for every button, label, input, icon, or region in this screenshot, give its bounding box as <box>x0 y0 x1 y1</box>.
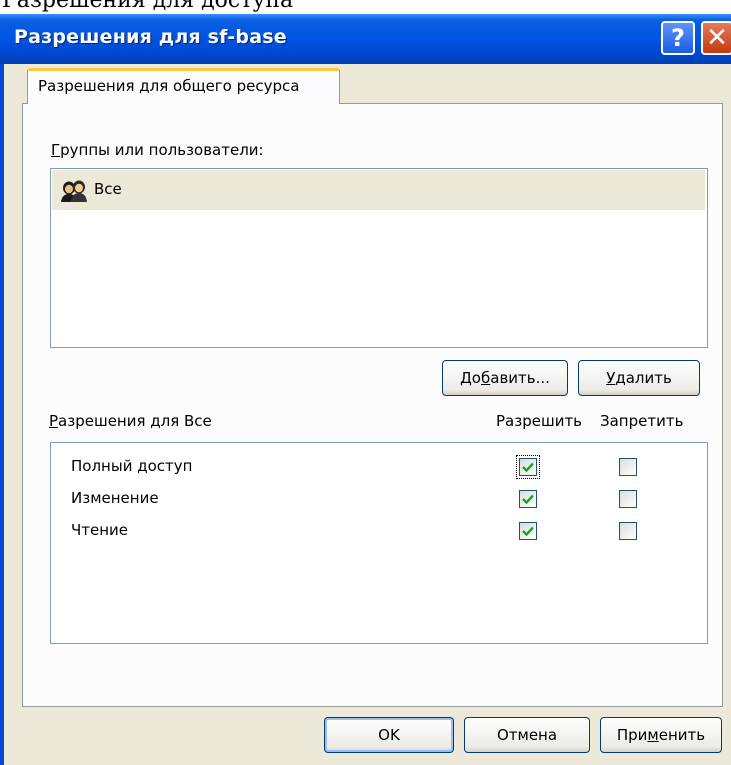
allow-read-checkbox[interactable] <box>519 522 537 540</box>
deny-full-access-checkbox[interactable] <box>619 458 637 476</box>
permissions-listbox: Полный доступ Изменение Чтение <box>50 442 708 644</box>
check-icon <box>522 494 534 505</box>
list-item[interactable]: Все <box>52 170 705 210</box>
allow-full-access-checkbox[interactable] <box>516 455 540 479</box>
allow-change-checkbox[interactable] <box>519 490 537 508</box>
permissions-label-accel: Р <box>49 412 59 430</box>
permission-name: Чтение <box>71 521 129 539</box>
add-button[interactable]: Добавить... <box>442 360 568 396</box>
window-title: Разрешения для sf-base <box>14 26 287 48</box>
users-group-icon <box>61 180 87 202</box>
remove-button-text-2: далить <box>615 369 672 387</box>
help-button[interactable]: ? <box>661 21 695 55</box>
apply-button-text-1: При <box>616 726 648 744</box>
check-icon <box>522 462 534 473</box>
permission-name: Полный доступ <box>71 457 193 475</box>
close-button[interactable]: ✕ <box>701 21 731 55</box>
tab-label: Разрешения для общего ресурса <box>38 77 300 95</box>
allow-column-header: Разрешить <box>496 412 583 430</box>
background-text-label: Разрешения для доступа <box>2 0 294 13</box>
deny-read-checkbox[interactable] <box>619 522 637 540</box>
window-border <box>0 64 4 765</box>
add-button-text-1: До <box>460 369 481 387</box>
add-button-text-2: авить... <box>490 369 550 387</box>
add-button-accel: б <box>480 369 491 387</box>
permissions-dialog: Разрешения для sf-base ? ✕ Разрешения дл… <box>0 14 731 765</box>
deny-change-checkbox[interactable] <box>619 490 637 508</box>
check-icon <box>522 526 534 537</box>
tab-share-permissions[interactable]: Разрешения для общего ресурса <box>27 68 340 104</box>
users-listbox[interactable]: Все <box>50 168 708 348</box>
permissions-label-text: азрешения для Все <box>58 412 212 430</box>
groups-label-accel: Г <box>51 141 61 159</box>
help-icon: ? <box>671 24 685 52</box>
apply-button-text-2: енить <box>658 726 706 744</box>
deny-column-header: Запретить <box>600 412 684 430</box>
close-icon: ✕ <box>706 23 728 53</box>
ok-button[interactable]: OK <box>324 717 454 753</box>
remove-button[interactable]: Удалить <box>578 360 700 396</box>
permission-name: Изменение <box>71 489 159 507</box>
groups-label-text: руппы или пользователи: <box>60 141 264 159</box>
remove-button-accel: У <box>606 369 616 387</box>
title-bar[interactable]: Разрешения для sf-base ? ✕ <box>0 14 731 64</box>
groups-label: Группы или пользователи: <box>51 141 264 159</box>
apply-button-accel: м <box>647 726 659 744</box>
permissions-label: Разрешения для Все <box>49 412 212 430</box>
cancel-button[interactable]: Отмена <box>464 717 590 753</box>
apply-button[interactable]: Применить <box>600 717 722 753</box>
user-name: Все <box>94 180 122 198</box>
background-text: Разрешения для доступа <box>0 0 731 14</box>
tab-panel: Группы или пользователи: Все Добавить... <box>22 103 723 707</box>
